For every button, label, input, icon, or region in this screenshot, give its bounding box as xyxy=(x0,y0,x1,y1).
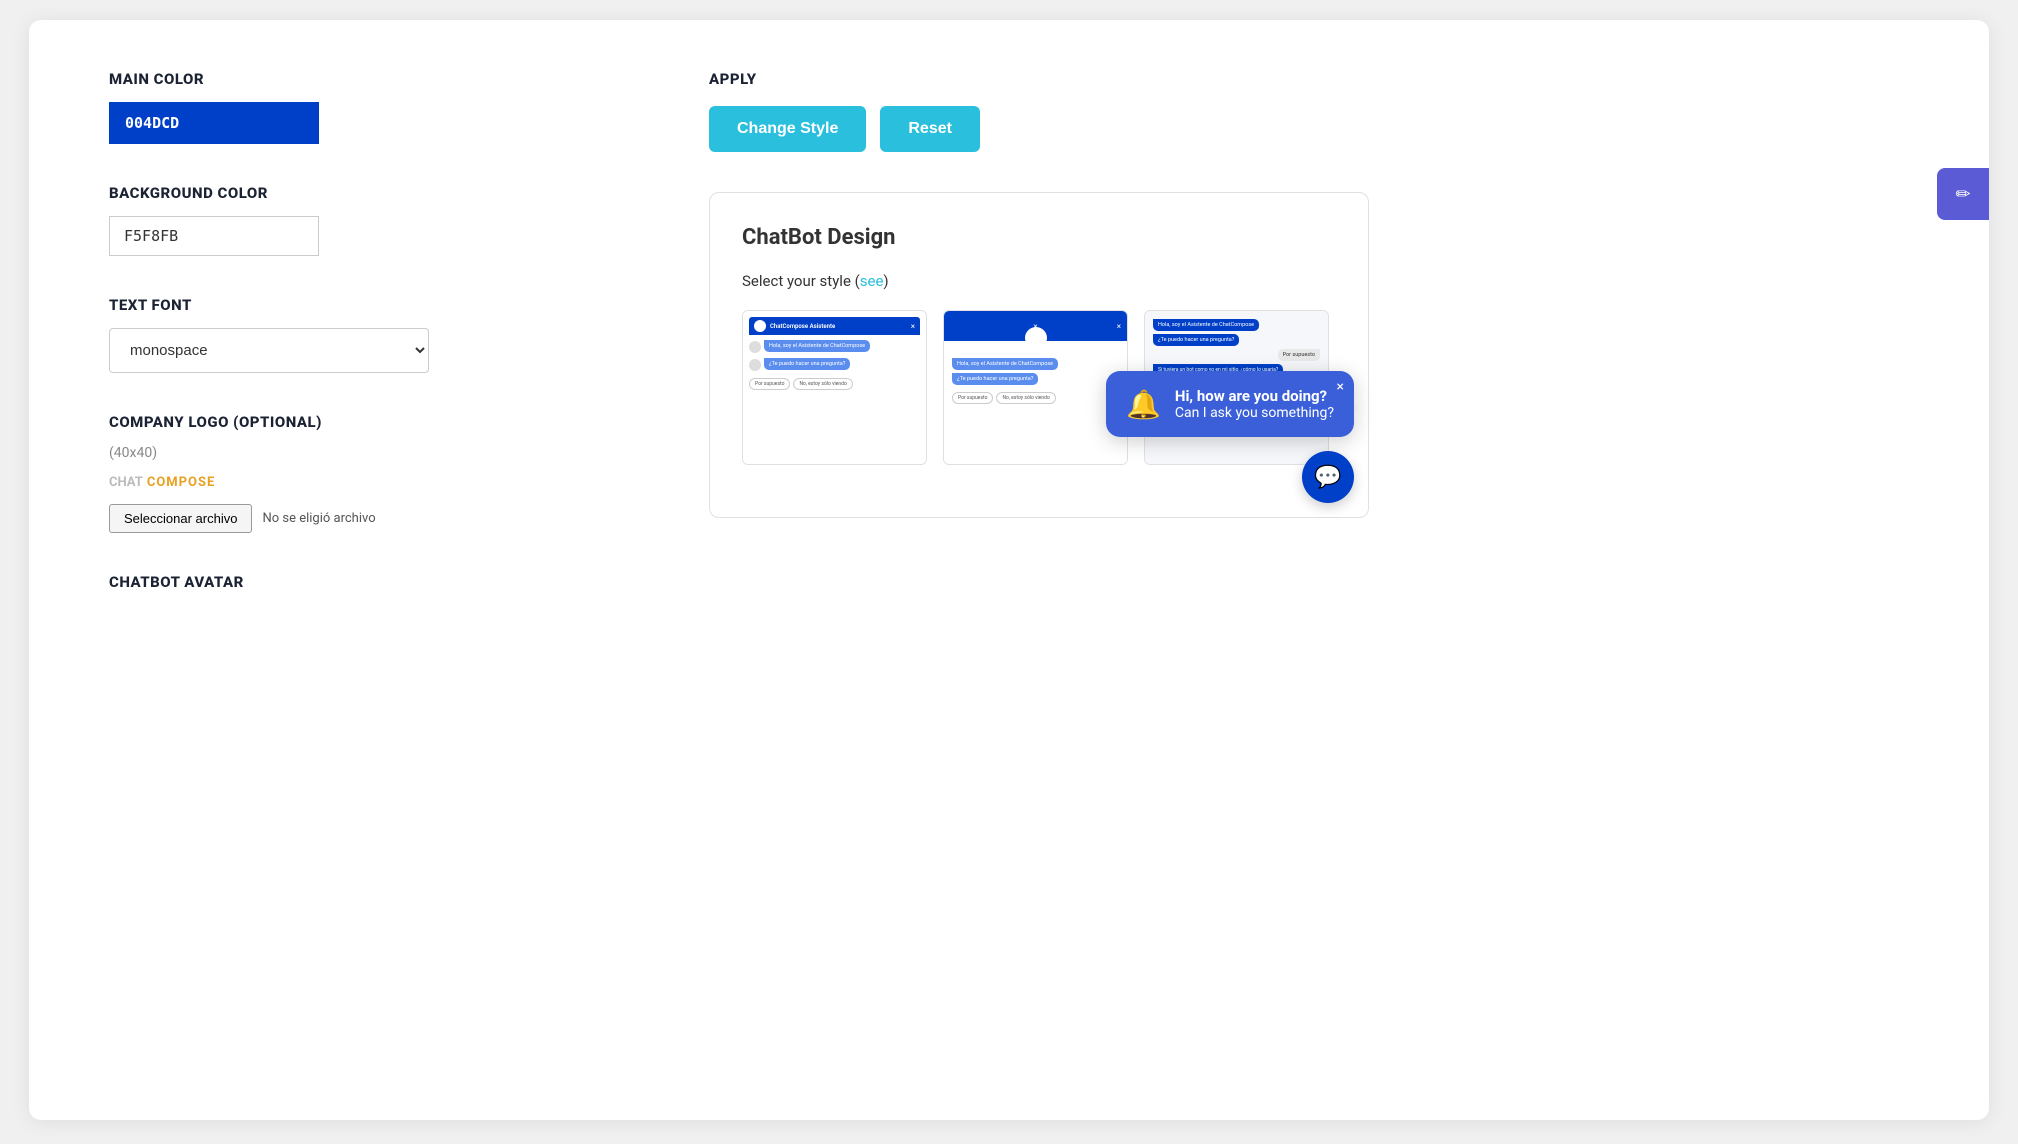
style-1-content: ChatCompose Asistente × Hola, soy el Asi… xyxy=(743,311,926,464)
company-logo-label: COMPANY LOGO (OPTIONAL) xyxy=(109,413,629,431)
chatbot-avatar-label: CHATBOT AVATAR xyxy=(109,573,629,591)
right-panel: APPLY Change Style Reset ChatBot Design … xyxy=(709,70,1909,631)
notification-close-button[interactable]: × xyxy=(1337,379,1344,395)
chatbot-design-card: ChatBot Design Select your style (see) C… xyxy=(709,192,1369,518)
edit-icon: ✏ xyxy=(1955,184,1970,205)
notification-line2: Can I ask you something? xyxy=(1175,405,1334,421)
style-2-preview[interactable]: × × Hola, soy el Asistente de ChatCompos… xyxy=(943,310,1128,465)
bg-color-label: BACKGROUND COLOR xyxy=(109,184,629,202)
notification-bell-icon: 🔔 xyxy=(1126,388,1161,421)
brand-compose-text: COMPOSE xyxy=(147,475,216,490)
notification-text: Hi, how are you doing? Can I ask you som… xyxy=(1175,387,1334,421)
notification-popup: 🔔 Hi, how are you doing? Can I ask you s… xyxy=(1106,371,1354,437)
apply-section: APPLY Change Style Reset xyxy=(709,70,1909,152)
bg-color-input[interactable] xyxy=(109,216,319,256)
main-color-label: MAIN COLOR xyxy=(109,70,629,88)
select-file-button[interactable]: Seleccionar archivo xyxy=(109,504,252,533)
file-input-row: Seleccionar archivo No se eligió archivo xyxy=(109,504,629,533)
text-font-label: TEXT FONT xyxy=(109,296,629,314)
company-logo-group: COMPANY LOGO (OPTIONAL) (40x40) CHAT COM… xyxy=(109,413,629,533)
chatbot-design-title: ChatBot Design xyxy=(742,225,1336,250)
notification-line1: Hi, how are you doing? xyxy=(1175,387,1334,405)
see-link[interactable]: see xyxy=(860,272,884,290)
no-file-label: No se eligió archivo xyxy=(262,511,375,526)
style-2-content: × × Hola, soy el Asistente de ChatCompos… xyxy=(944,311,1127,464)
chat-bubble-button[interactable]: 💬 xyxy=(1302,451,1354,503)
brand-compose: CHAT COMPOSE xyxy=(109,475,629,490)
chatbot-avatar-group: CHATBOT AVATAR xyxy=(109,573,629,591)
left-panel: MAIN COLOR BACKGROUND COLOR TEXT FONT mo… xyxy=(109,70,629,631)
select-style-row: Select your style (see) xyxy=(742,272,1336,290)
main-color-group: MAIN COLOR xyxy=(109,70,629,144)
logo-size-hint: (40x40) xyxy=(109,445,629,461)
brand-chat-text: CHAT xyxy=(109,475,143,490)
chat-bubble-icon: 💬 xyxy=(1314,465,1341,490)
font-select[interactable]: monospace sans-serif serif Arial Roboto xyxy=(109,328,429,373)
text-font-group: TEXT FONT monospace sans-serif serif Ari… xyxy=(109,296,629,373)
reset-button[interactable]: Reset xyxy=(880,106,980,152)
floating-edit-button[interactable]: ✏ xyxy=(1937,168,1989,220)
apply-label: APPLY xyxy=(709,70,1909,88)
button-row: Change Style Reset xyxy=(709,106,1909,152)
style-1-preview[interactable]: ChatCompose Asistente × Hola, soy el Asi… xyxy=(742,310,927,465)
main-color-input[interactable] xyxy=(109,102,319,144)
bg-color-group: BACKGROUND COLOR xyxy=(109,184,629,256)
main-container: ✏ MAIN COLOR BACKGROUND COLOR TEXT FONT … xyxy=(29,20,1989,1120)
change-style-button[interactable]: Change Style xyxy=(709,106,866,152)
